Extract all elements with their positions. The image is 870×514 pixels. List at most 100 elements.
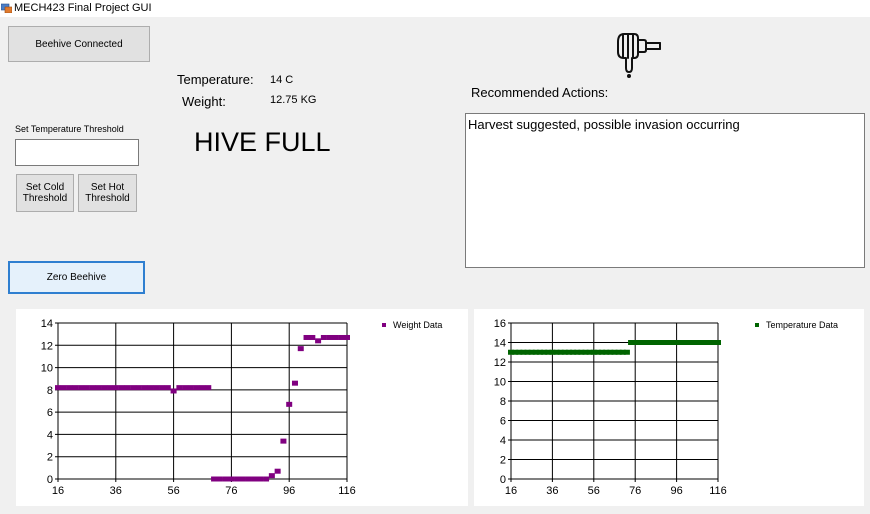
weight-chart-data-point: [263, 476, 270, 482]
set-cold-threshold-button[interactable]: Set Cold Threshold: [16, 174, 74, 212]
weight-chart-data-point: [101, 385, 108, 391]
weight-chart-data-point: [176, 385, 183, 391]
weight-chart-data-point: [245, 476, 252, 482]
weight-chart-x-tick-label: 16: [52, 485, 64, 497]
temperature-value: 14 C: [270, 74, 294, 86]
weight-chart-data-point: [257, 476, 264, 482]
weight-chart-legend-label: Weight Data: [393, 320, 442, 330]
weight-chart-data-point: [141, 385, 148, 391]
weight-chart-data-point: [124, 385, 131, 391]
weight-chart-data-point: [239, 476, 246, 482]
weight-chart-data-point: [222, 476, 229, 482]
weight-chart-data-point: [291, 380, 298, 386]
weight-chart-data-point: [78, 385, 85, 391]
temperature-chart-y-tick-label: 8: [500, 396, 506, 408]
recommended-actions-text: Harvest suggested, possible invasion occ…: [468, 117, 740, 132]
weight-chart-data-point: [274, 468, 281, 474]
weight-chart-y-tick-label: 14: [41, 318, 53, 330]
threshold-label: Set Temperature Threshold: [15, 124, 124, 134]
temperature-chart-y-tick-label: 2: [500, 455, 506, 467]
weight-chart-data-point: [228, 476, 235, 482]
weight-chart-data-point: [95, 385, 102, 391]
weight-chart-data-point: [72, 385, 79, 391]
temperature-chart-y-tick-label: 16: [494, 318, 506, 330]
weight-chart-x-tick-label: 36: [110, 485, 122, 497]
weight-chart-data-point: [193, 385, 200, 391]
weight-chart-data-point: [251, 476, 258, 482]
weight-chart-data-point: [216, 476, 223, 482]
temperature-chart-x-tick-label: 16: [505, 485, 517, 497]
weight-chart-y-tick-label: 12: [41, 340, 53, 352]
weight-chart-y-tick-label: 0: [47, 474, 53, 486]
temperature-chart-x-tick-label: 36: [546, 485, 558, 497]
weight-chart-data-point: [320, 334, 327, 340]
weight-label: Weight:: [182, 94, 226, 109]
weight-chart-data-point: [164, 385, 171, 391]
weight-chart-data-point: [187, 385, 194, 391]
weight-chart-data-point: [332, 334, 339, 340]
weight-chart-data-point: [118, 385, 125, 391]
weight-chart-data-point: [89, 385, 96, 391]
temperature-label: Temperature:: [177, 72, 254, 87]
app-icon: [1, 3, 12, 13]
weight-chart-y-tick-label: 4: [47, 429, 53, 441]
recommended-actions-textbox[interactable]: Harvest suggested, possible invasion occ…: [465, 113, 865, 268]
weight-chart-data-point: [112, 385, 119, 391]
weight-chart-data-point: [315, 338, 322, 344]
weight-chart-data-point: [60, 385, 67, 391]
weight-chart-panel: 16 36 56 76 96 116 0 2 4 6 8 10 12 14 Weight Data: [16, 309, 468, 506]
weight-chart: 16 36 56 76 96 116 0 2 4 6 8 10 12 14 Weight Data: [41, 318, 443, 497]
weight-chart-y-tick-label: 6: [47, 407, 53, 419]
temperature-chart-y-tick-label: 14: [494, 338, 506, 350]
temperature-chart-panel: 16 36 56 76 96 116 0 2 4 6 8 10 12 14 16 Temperature Da…: [474, 309, 864, 506]
recommended-actions-label: Recommended Actions:: [471, 85, 609, 100]
weight-chart-data-point: [303, 334, 310, 340]
weight-value: 12.75 KG: [270, 94, 317, 106]
temperature-chart-y-tick-label: 10: [494, 377, 506, 389]
title-bar: MECH423 Final Project GUI: [0, 0, 870, 17]
weight-chart-data-point: [199, 385, 206, 391]
temperature-chart-legend-marker: [755, 323, 759, 327]
temperature-chart-data-point: [715, 340, 721, 345]
weight-chart-data-point: [170, 388, 177, 394]
weight-chart-data-point: [147, 385, 154, 391]
weight-chart-data-point: [55, 385, 61, 391]
weight-chart-data-point: [344, 334, 350, 340]
weight-chart-x-tick-label: 76: [225, 485, 237, 497]
weight-chart-data-point: [338, 334, 345, 340]
weight-chart-x-tick-label: 116: [338, 485, 356, 497]
weight-chart-data-point: [234, 476, 241, 482]
weight-chart-data-point: [205, 385, 212, 391]
weight-chart-data-point: [309, 334, 316, 340]
threshold-input[interactable]: [15, 139, 139, 166]
weight-chart-data-point: [135, 385, 142, 391]
weight-chart-data-point: [286, 401, 293, 407]
weight-chart-data-point: [326, 334, 333, 340]
weight-chart-data-point: [83, 385, 90, 391]
temperature-chart-legend-label: Temperature Data: [766, 320, 838, 330]
temperature-chart-y-tick-label: 0: [500, 474, 506, 486]
temperature-chart-y-tick-label: 6: [500, 416, 506, 428]
weight-chart-data-point: [268, 473, 275, 479]
connect-button[interactable]: Beehive Connected: [8, 26, 150, 62]
temperature-chart-x-tick-label: 116: [709, 485, 727, 497]
weight-chart-data-point: [280, 438, 287, 444]
weight-chart-y-tick-label: 2: [47, 452, 53, 464]
weight-chart-y-tick-label: 10: [41, 363, 53, 375]
weight-chart-data-point: [159, 385, 166, 391]
weight-chart-x-tick-label: 56: [167, 485, 179, 497]
temperature-chart-y-tick-label: 12: [494, 357, 506, 369]
zero-beehive-button[interactable]: Zero Beehive: [8, 261, 145, 294]
temperature-chart-x-tick-label: 76: [629, 485, 641, 497]
weight-chart-data-point: [182, 385, 189, 391]
temperature-chart-y-tick-label: 4: [500, 435, 506, 447]
weight-chart-data-point: [130, 385, 137, 391]
weight-chart-legend-marker: [382, 323, 386, 327]
temperature-chart-data-point: [623, 349, 630, 355]
weight-chart-data-point: [211, 476, 218, 482]
weight-chart-data-point: [153, 385, 160, 391]
weight-chart-data-point: [297, 346, 304, 352]
set-hot-threshold-button[interactable]: Set Hot Threshold: [78, 174, 137, 212]
weight-chart-y-tick-label: 8: [47, 385, 53, 397]
weight-chart-data-point: [66, 385, 73, 391]
